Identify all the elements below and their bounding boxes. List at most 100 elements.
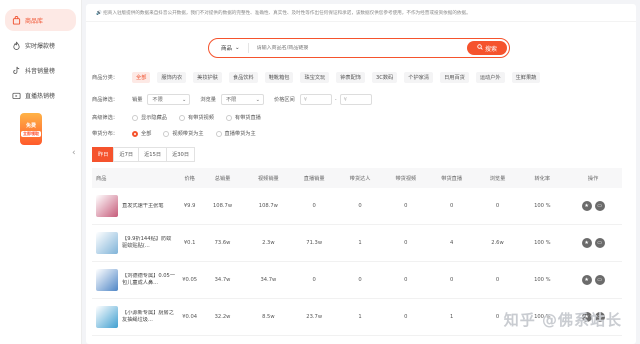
- tiktok-icon: [11, 65, 21, 75]
- radio-all[interactable]: 全部: [132, 130, 151, 137]
- category-tag[interactable]: 3C数码: [371, 72, 398, 83]
- category-tag[interactable]: 日用百货: [440, 72, 469, 83]
- product-cell[interactable]: 直发式速干主张笔: [92, 195, 180, 217]
- category-tag[interactable]: 美妆护肤: [193, 72, 222, 83]
- cell-total: 73.6w: [214, 240, 231, 246]
- tab-7-days[interactable]: 近7日: [113, 147, 140, 162]
- cell-conv: 100 %: [534, 203, 551, 209]
- product-thumbnail[interactable]: [96, 306, 118, 328]
- row-actions: ★ ▭: [564, 238, 622, 248]
- category-tag[interactable]: 运动户外: [475, 72, 505, 83]
- cell-video: 2.3w: [262, 240, 275, 246]
- cell-live: 0: [312, 277, 316, 283]
- chevron-down-icon: ⌄: [255, 96, 260, 103]
- product-thumbnail[interactable]: [96, 195, 118, 217]
- advanced-label: 高级筛选：: [92, 115, 118, 121]
- column-header: 商品: [96, 175, 107, 182]
- column-header[interactable]: 带货达人: [337, 175, 383, 182]
- cell-views: 0: [495, 277, 500, 283]
- promo-badge[interactable]: 免费 立即领取: [20, 113, 42, 145]
- message-icon[interactable]: ▭: [594, 238, 605, 248]
- price-min-input[interactable]: ¥: [299, 94, 332, 105]
- column-header[interactable]: 总销量: [200, 175, 246, 182]
- message-icon[interactable]: ▭: [594, 201, 605, 211]
- product-thumbnail[interactable]: [96, 269, 118, 291]
- sidebar-item-douyin-sales[interactable]: 抖音销量榜: [5, 59, 76, 81]
- cell-total: 32.2w: [214, 314, 231, 320]
- category-tag[interactable]: 个护家清: [404, 72, 434, 83]
- category-filter: 商品分类： 全部 服饰内衣 美妆护肤 食品饮料 鞋靴箱包 珠宝文玩 钟表配饰 3…: [92, 72, 547, 83]
- distribution-label: 带货分布：: [92, 131, 118, 137]
- search-type-select[interactable]: 商品 ⌄: [209, 43, 249, 53]
- product-name[interactable]: 直发式速干主张笔: [122, 203, 176, 210]
- column-header[interactable]: 价格: [180, 175, 200, 182]
- price-max-input[interactable]: ¥: [339, 94, 372, 105]
- sidebar-item-product-library[interactable]: 商品库: [5, 9, 76, 31]
- message-icon[interactable]: ▭: [594, 275, 605, 285]
- search-input[interactable]: [248, 45, 467, 51]
- product-thumbnail[interactable]: [96, 232, 118, 254]
- cell-conv: 100 %: [534, 277, 551, 283]
- search-bar: 商品 ⌄ 搜索: [208, 38, 510, 58]
- sidebar-item-live-sales[interactable]: 直播热销榜: [5, 84, 76, 106]
- live-icon: [11, 90, 21, 100]
- cell-live: 23.7w: [306, 314, 323, 320]
- favorite-icon[interactable]: ★: [581, 201, 592, 211]
- column-header[interactable]: 直播销量: [291, 175, 337, 182]
- app-window: 商品库 实时爆款榜 抖音销量榜 直播热销榜 免费 立即领取 ‹ 🔊 招商入驻版提…: [0, 0, 640, 344]
- radio-live-main[interactable]: 直播带货为主: [215, 130, 256, 137]
- views-select[interactable]: 不限 ⌄: [220, 94, 264, 105]
- collapse-sidebar-icon[interactable]: ‹: [72, 148, 76, 158]
- table-row[interactable]: 直发式速干主张笔 ¥9.9 108.7w 108.7w 0 0 0 0 0 100 % ★ ▭: [92, 188, 622, 225]
- table-row[interactable]: 【刘德德专属】0.05一包儿童成人鼻... ¥0.05 34.7w 34.7w 0 0 0 0…: [92, 262, 622, 299]
- promo-tag: 立即领取: [21, 130, 41, 137]
- column-header[interactable]: 转化率: [520, 175, 564, 182]
- cell-lives: 1: [450, 314, 454, 320]
- views-label: 浏览量: [200, 97, 216, 103]
- checkbox-has-video[interactable]: 有带货视频: [178, 114, 214, 121]
- checkbox-show-hidden[interactable]: 显示隐藏品: [132, 114, 167, 121]
- category-tag[interactable]: 全部: [132, 72, 151, 83]
- category-tag[interactable]: 服饰内衣: [157, 72, 187, 83]
- sidebar-item-label: 抖音销量榜: [25, 67, 56, 75]
- category-tag[interactable]: 珠宝文玩: [300, 72, 330, 83]
- radio-video-main[interactable]: 视频带货为主: [163, 130, 204, 137]
- cell-video: 108.7w: [258, 203, 278, 209]
- column-header[interactable]: 视频销量: [245, 175, 291, 182]
- cell-videos: 0: [404, 240, 408, 246]
- sidebar-item-realtime-hot[interactable]: 实时爆款榜: [5, 34, 76, 56]
- checkbox-has-live[interactable]: 有带货直播: [225, 114, 261, 121]
- row-actions: ★ ▭: [564, 275, 622, 285]
- tab-30-days[interactable]: 近30日: [166, 147, 196, 162]
- column-header[interactable]: 带货视频: [383, 175, 429, 182]
- product-cell[interactable]: 【刘德德专属】0.05一包儿童成人鼻...: [92, 269, 180, 291]
- sales-select[interactable]: 不限 ⌄: [147, 94, 191, 105]
- cell-creators: 1: [358, 240, 362, 246]
- product-name[interactable]: 【小源新专属】厨房之友抽绳垃圾...: [122, 310, 176, 324]
- category-tag[interactable]: 钟表配饰: [336, 72, 365, 83]
- cell-videos: 0: [404, 277, 408, 283]
- product-name[interactable]: 【9.9折144贴】防蚊驱蚊贴贴(...: [122, 236, 176, 250]
- product-cell[interactable]: 【小源新专属】厨房之友抽绳垃圾...: [92, 306, 180, 328]
- tab-yesterday[interactable]: 昨日: [92, 147, 115, 162]
- cell-lives: 0: [450, 203, 454, 209]
- cell-price: ¥0.1: [183, 240, 196, 246]
- product-cell[interactable]: 【9.9折144贴】防蚊驱蚊贴贴(...: [92, 232, 180, 254]
- search-button[interactable]: 搜索: [467, 41, 507, 55]
- column-header[interactable]: 浏览量: [475, 175, 521, 182]
- sales-label: 销量: [132, 97, 143, 103]
- bag-icon: [11, 15, 21, 25]
- category-tag[interactable]: 生鲜果蔬: [511, 72, 541, 83]
- tab-15-days[interactable]: 近15日: [138, 147, 168, 162]
- category-tag[interactable]: 食品饮料: [228, 72, 258, 83]
- cell-total: 34.7w: [214, 277, 231, 283]
- cell-views: 2.6w: [491, 240, 504, 246]
- product-name[interactable]: 【刘德德专属】0.05一包儿童成人鼻...: [122, 273, 176, 287]
- column-header[interactable]: 带货直播: [429, 175, 475, 182]
- favorite-icon[interactable]: ★: [581, 275, 592, 285]
- cell-total: 108.7w: [212, 203, 233, 209]
- table-row[interactable]: 【9.9折144贴】防蚊驱蚊贴贴(... ¥0.1 73.6w 2.3w 71.3w 1 0…: [92, 225, 622, 262]
- sidebar-item-label: 直播热销榜: [25, 92, 56, 100]
- favorite-icon[interactable]: ★: [581, 238, 592, 248]
- category-tag[interactable]: 鞋靴箱包: [264, 72, 294, 83]
